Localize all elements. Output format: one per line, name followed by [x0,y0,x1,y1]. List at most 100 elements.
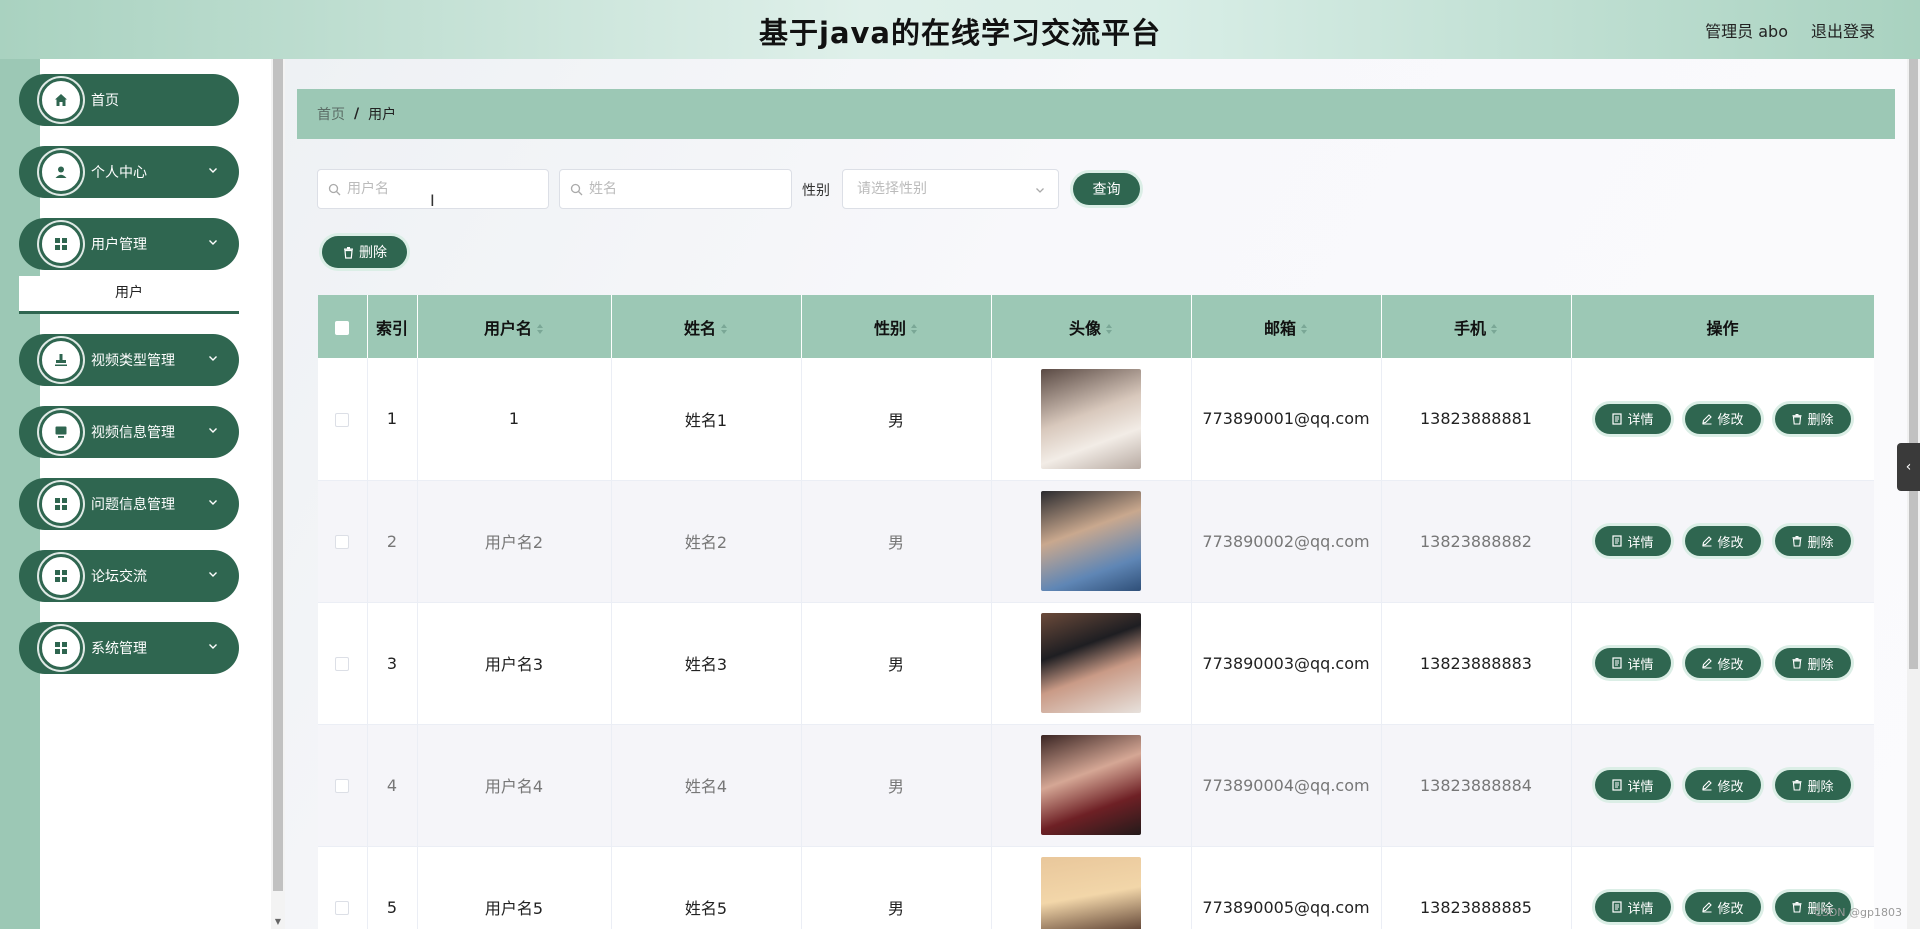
sort-icon[interactable] [1490,323,1498,335]
sidebar-item-home[interactable]: 首页 [19,74,239,126]
detail-button-label: 详情 [1627,413,1654,429]
cell-phone: 13823888881 [1381,358,1572,481]
search-icon [570,183,583,195]
grid-icon [39,626,83,670]
scroll-down-arrow-icon[interactable]: ▼ [271,915,285,929]
column-header-name[interactable]: 姓名 [611,295,802,358]
sort-icon[interactable] [536,323,544,335]
detail-button-label: 详情 [1627,657,1654,673]
monitor-icon [39,410,83,454]
name-search-input[interactable] [589,181,769,197]
column-header-gender[interactable]: 性别 [801,295,992,358]
sidebar-item-system-management[interactable]: 系统管理 [19,622,239,674]
document-icon [1612,901,1623,913]
cell-name: 姓名5 [611,846,802,929]
name-search-field[interactable] [559,169,792,209]
avatar [1041,735,1141,835]
column-header-label: 性别 [873,318,906,338]
cell-email: 773890002@qq.com [1191,480,1382,603]
sidebar-item-video-type-management[interactable]: 视频类型管理 [19,334,239,386]
sidebar-item-label: 首页 [91,93,119,109]
query-button[interactable]: 查询 [1073,173,1140,205]
cell-avatar [991,846,1192,929]
breadcrumb: 首页 / 用户 [297,89,1895,139]
detail-button-label: 详情 [1627,779,1654,795]
edit-button[interactable]: 修改 [1684,526,1761,556]
breadcrumb-separator: / [354,106,360,122]
sidebar-scrollbar[interactable]: ▼ [271,59,285,929]
detail-button[interactable]: 详情 [1594,403,1671,434]
sort-icon[interactable] [910,323,918,335]
collapse-panel-chevron-left-icon[interactable]: ‹ [1897,443,1920,491]
edit-button[interactable]: 修改 [1684,892,1761,922]
column-header-actions: 操作 [1571,295,1874,358]
cell-name: 姓名1 [611,358,802,481]
column-header-email[interactable]: 邮箱 [1191,295,1382,358]
detail-button[interactable]: 详情 [1594,526,1671,556]
username-search-input[interactable] [347,181,527,197]
sidebar-item-user-management[interactable]: 用户管理 [19,218,239,270]
document-icon [1612,535,1623,547]
document-icon [1612,657,1623,669]
delete-button[interactable]: 删除 [1774,648,1851,678]
row-checkbox[interactable] [335,901,350,915]
sidebar-subitem-user[interactable]: 用户 [19,276,239,314]
edit-button[interactable]: 修改 [1684,770,1761,800]
sidebar-item-question-info-management[interactable]: 问题信息管理 [19,478,239,530]
sidebar-item-label: 论坛交流 [91,569,147,585]
column-header-username[interactable]: 用户名 [417,295,612,358]
sort-icon[interactable] [1105,323,1113,335]
breadcrumb-home[interactable]: 首页 [317,104,345,124]
column-header-label: 用户名 [483,318,532,338]
trash-icon [1792,902,1802,913]
edit-button[interactable]: 修改 [1684,403,1761,434]
pencil-icon [1702,658,1713,669]
delete-button[interactable]: 删除 [1774,403,1851,434]
sort-icon[interactable] [1300,323,1308,335]
gender-select[interactable]: 请选择性别 [842,169,1059,209]
cell-name: 姓名2 [611,480,802,603]
top-header: 基于java的在线学习交流平台 管理员 abo 退出登录 [0,0,1920,59]
sidebar-item-label: 视频信息管理 [91,425,175,441]
detail-button[interactable]: 详情 [1594,648,1671,678]
edit-button[interactable]: 修改 [1684,648,1761,678]
grid-icon [39,554,83,598]
main-scrollbar[interactable] [1907,59,1920,929]
table-row: 2 用户名2 姓名2 男 773890002@qq.com 13823888882 详情 修改… [318,480,1874,603]
row-checkbox[interactable] [335,412,350,427]
cell-avatar [991,480,1192,603]
row-checkbox[interactable] [335,657,350,671]
avatar [1041,491,1141,591]
sort-icon[interactable] [720,323,728,335]
column-header-avatar[interactable]: 头像 [991,295,1192,358]
sidebar-item-label: 个人中心 [91,165,147,181]
sidebar-item-video-info-management[interactable]: 视频信息管理 [19,406,239,458]
cell-index: 2 [367,480,418,603]
logout-link[interactable]: 退出登录 [1811,18,1875,42]
sidebar-item-label: 系统管理 [91,641,147,657]
delete-button[interactable]: 删除 [1774,770,1851,800]
detail-button[interactable]: 详情 [1594,892,1671,922]
row-checkbox[interactable] [335,535,350,549]
chevron-down-icon [209,168,217,173]
trash-icon [1792,658,1802,669]
cell-index: 5 [367,846,418,929]
bulk-delete-button[interactable]: 删除 [322,236,407,268]
column-header-label: 姓名 [683,318,716,338]
column-header-phone[interactable]: 手机 [1381,295,1572,358]
sidebar-item-forum[interactable]: 论坛交流 [19,550,239,602]
cell-actions: 详情 修改 删除 [1571,358,1874,481]
text-cursor-icon: Ι [430,191,435,210]
watermark: CSDN @gp1803 [1814,906,1902,919]
sidebar-scroll-thumb[interactable] [273,59,283,891]
cell-phone: 13823888885 [1381,846,1572,929]
sidebar-item-personal-center[interactable]: 个人中心 [19,146,239,198]
cell-gender: 男 [801,724,992,847]
select-all-checkbox[interactable] [335,320,350,335]
delete-button[interactable]: 删除 [1774,526,1851,556]
delete-button-label: 删除 [1807,779,1834,795]
delete-button-label: 删除 [1807,657,1834,673]
detail-button[interactable]: 详情 [1594,770,1671,800]
main-scroll-thumb[interactable] [1909,59,1918,669]
row-checkbox[interactable] [335,779,350,793]
